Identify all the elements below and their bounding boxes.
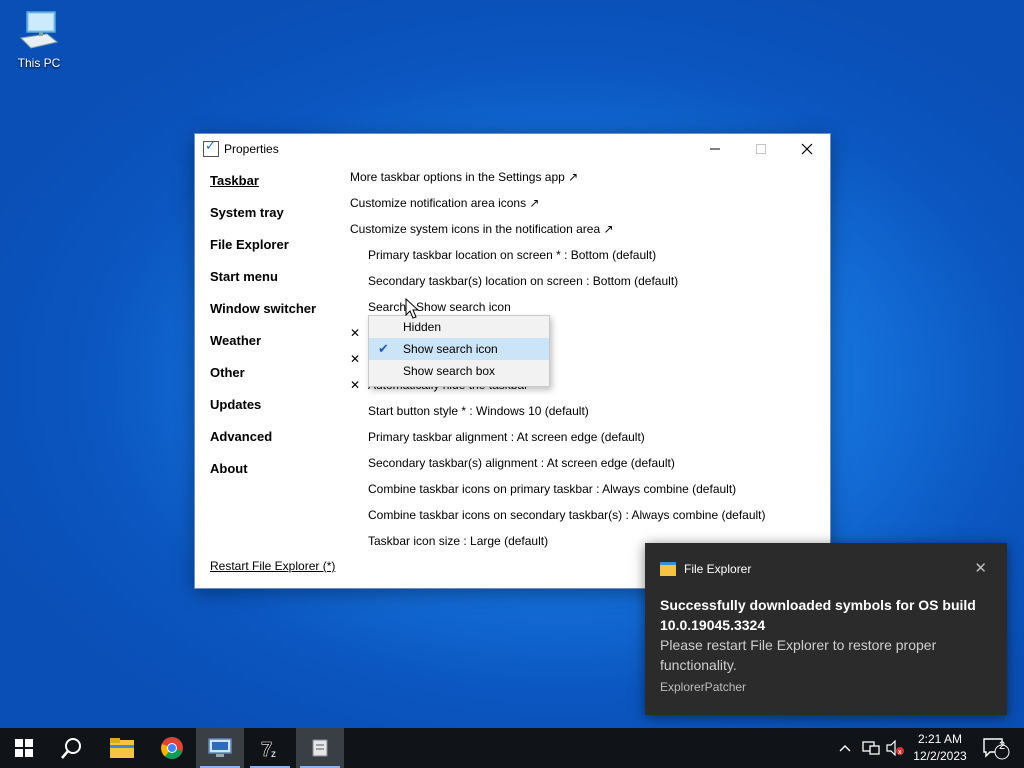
tray-network[interactable]	[862, 728, 880, 768]
window-title: Properties	[224, 142, 279, 156]
search-dropdown-menu: Hidden ✔ Show search icon Show search bo…	[368, 315, 550, 387]
restart-file-explorer-link[interactable]: Restart File Explorer (*)	[210, 559, 335, 573]
action-center-button[interactable]: 2	[982, 728, 1010, 768]
chrome-icon	[161, 737, 183, 759]
menu-option-label: Show search icon	[403, 342, 498, 356]
taskbar-remote-desktop[interactable]	[196, 728, 244, 768]
nav-item-start-menu[interactable]: Start menu	[210, 268, 316, 300]
setting-secondary-location[interactable]: Secondary taskbar(s) location on screen …	[350, 273, 766, 299]
link-notification-icons[interactable]: Customize notification area icons ↗	[350, 195, 766, 221]
taskbar-properties-app[interactable]	[296, 728, 344, 768]
taskbar: 7 z x 2:21 AM 12/2/2023 2	[0, 728, 1024, 768]
file-explorer-icon	[660, 562, 676, 576]
menu-option-hidden[interactable]: Hidden	[369, 316, 549, 338]
remote-desktop-icon	[208, 738, 232, 757]
taskbar-chrome[interactable]	[148, 728, 196, 768]
x-mark-icon: ✕	[350, 352, 361, 366]
close-icon	[801, 143, 813, 155]
setting-primary-alignment[interactable]: Primary taskbar alignment : At screen ed…	[350, 429, 766, 455]
link-settings-app[interactable]: More taskbar options in the Settings app…	[350, 169, 766, 195]
desktop-icon-label: This PC	[17, 56, 61, 70]
toast-source: ExplorerPatcher	[660, 680, 747, 694]
network-icon	[862, 741, 880, 755]
nav-item-updates[interactable]: Updates	[210, 396, 316, 428]
volume-muted-icon: x	[886, 740, 904, 756]
maximize-icon	[756, 144, 766, 154]
taskbar-file-explorer[interactable]	[98, 728, 146, 768]
checkmark-icon: ✔	[378, 341, 389, 356]
7zip-icon: 7 z	[261, 739, 276, 759]
svg-text:x: x	[898, 749, 902, 756]
start-button[interactable]	[0, 728, 48, 768]
link-system-icons[interactable]: Customize system icons in the notificati…	[350, 221, 766, 247]
toast-notification[interactable]: File Explorer ✕ Successfully downloaded …	[645, 543, 1007, 715]
chevron-up-icon	[839, 745, 851, 752]
taskbar-7zip[interactable]: 7 z	[246, 728, 294, 768]
nav-item-weather[interactable]: Weather	[210, 332, 316, 364]
computer-icon	[17, 8, 61, 52]
mouse-cursor-icon	[405, 298, 419, 319]
properties-app-icon	[203, 138, 219, 157]
nav-item-taskbar[interactable]: Taskbar	[210, 172, 316, 204]
setting-combine-primary[interactable]: Combine taskbar icons on primary taskbar…	[350, 481, 766, 507]
properties-app-icon	[312, 739, 328, 757]
clock-date: 12/2/2023	[913, 749, 967, 763]
title-bar[interactable]: Properties	[195, 134, 830, 164]
nav-item-about[interactable]: About	[210, 460, 316, 492]
x-mark-icon: ✕	[350, 326, 361, 340]
desktop-icon-this-pc[interactable]: This PC	[10, 8, 68, 70]
minimize-icon	[710, 148, 720, 150]
toast-heading: Successfully downloaded symbols for OS b…	[660, 597, 976, 633]
setting-combine-secondary[interactable]: Combine taskbar icons on secondary taskb…	[350, 507, 766, 533]
sidebar-nav: Taskbar System tray File Explorer Start …	[210, 172, 316, 492]
close-button[interactable]	[784, 134, 830, 164]
file-explorer-icon	[110, 738, 134, 758]
setting-primary-location[interactable]: Primary taskbar location on screen * : B…	[350, 247, 766, 273]
clock-time: 2:21 AM	[917, 732, 963, 746]
toast-app-name: File Explorer	[684, 562, 752, 576]
search-icon	[61, 738, 81, 759]
start-icon	[15, 739, 33, 757]
nav-item-advanced[interactable]: Advanced	[210, 428, 316, 460]
menu-option-show-search-box[interactable]: Show search box	[369, 360, 549, 382]
nav-item-other[interactable]: Other	[210, 364, 316, 396]
taskbar-clock[interactable]: 2:21 AM 12/2/2023	[905, 731, 975, 765]
tray-overflow-button[interactable]	[838, 728, 852, 768]
nav-item-system-tray[interactable]: System tray	[210, 204, 316, 236]
menu-option-show-search-icon[interactable]: ✔ Show search icon	[369, 338, 549, 360]
notification-count: 2	[998, 740, 1006, 752]
toast-close-button[interactable]: ✕	[974, 559, 987, 577]
svg-text:z: z	[271, 749, 276, 759]
nav-item-window-switcher[interactable]: Window switcher	[210, 300, 316, 332]
maximize-button[interactable]	[738, 134, 784, 164]
setting-start-button-style[interactable]: Start button style * : Windows 10 (defau…	[350, 403, 766, 429]
setting-secondary-alignment[interactable]: Secondary taskbar(s) alignment : At scre…	[350, 455, 766, 481]
toast-body: Please restart File Explorer to restore …	[660, 637, 937, 673]
tray-volume[interactable]: x	[886, 728, 904, 768]
minimize-button[interactable]	[692, 134, 738, 164]
search-button[interactable]	[48, 728, 96, 768]
x-mark-icon: ✕	[350, 378, 361, 392]
nav-item-file-explorer[interactable]: File Explorer	[210, 236, 316, 268]
